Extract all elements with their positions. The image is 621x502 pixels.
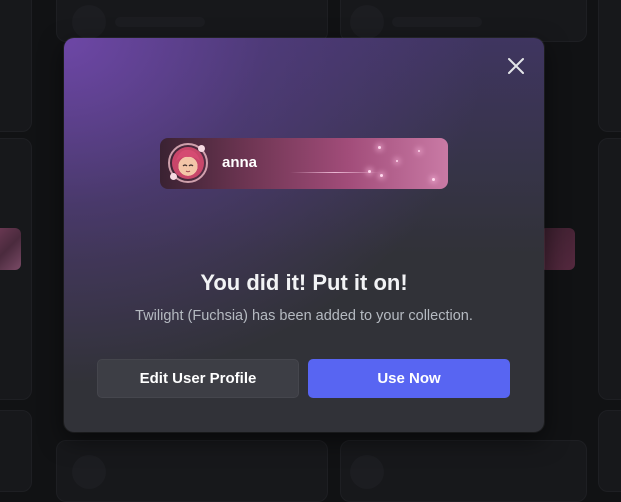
- nameplate-sparkle: [396, 160, 398, 162]
- nameplate-preview: anna: [160, 138, 448, 189]
- nameplate-sparkle: [380, 174, 383, 177]
- nameplate-username: anna: [222, 154, 258, 171]
- background-avatar: [72, 455, 106, 489]
- close-icon: [508, 58, 524, 74]
- background-tile: [598, 410, 621, 492]
- background-avatar: [350, 5, 384, 39]
- avatar: [168, 143, 208, 183]
- background-tile: [598, 138, 621, 400]
- background-tile: [598, 0, 621, 132]
- use-now-button[interactable]: Use Now: [308, 359, 510, 398]
- nameplate-light-streak: [290, 172, 380, 173]
- nameplate-sparkle: [418, 150, 420, 152]
- background-tile: [0, 410, 32, 492]
- success-headline: You did it! Put it on!: [200, 270, 408, 295]
- background-avatar: [350, 455, 384, 489]
- close-button[interactable]: [504, 54, 528, 78]
- flower-icon: [170, 173, 177, 180]
- background-text-bar: [115, 17, 205, 27]
- nameplate-sparkle: [368, 170, 371, 173]
- nameplate-sparkle: [378, 146, 381, 149]
- purchase-success-modal: anna You did it! Put it on! Twilight (Fu…: [64, 38, 544, 432]
- background-text-bar: [392, 17, 482, 27]
- background-nameplate-preview: [0, 228, 21, 270]
- background-nameplate-preview: [540, 228, 575, 270]
- nameplate-sparkle: [432, 178, 435, 181]
- success-description: Twilight (Fuchsia) has been added to you…: [135, 308, 473, 324]
- background-avatar: [72, 5, 106, 39]
- background-tile: [0, 0, 32, 132]
- edit-user-profile-button[interactable]: Edit User Profile: [97, 359, 299, 398]
- flower-icon: [198, 145, 205, 152]
